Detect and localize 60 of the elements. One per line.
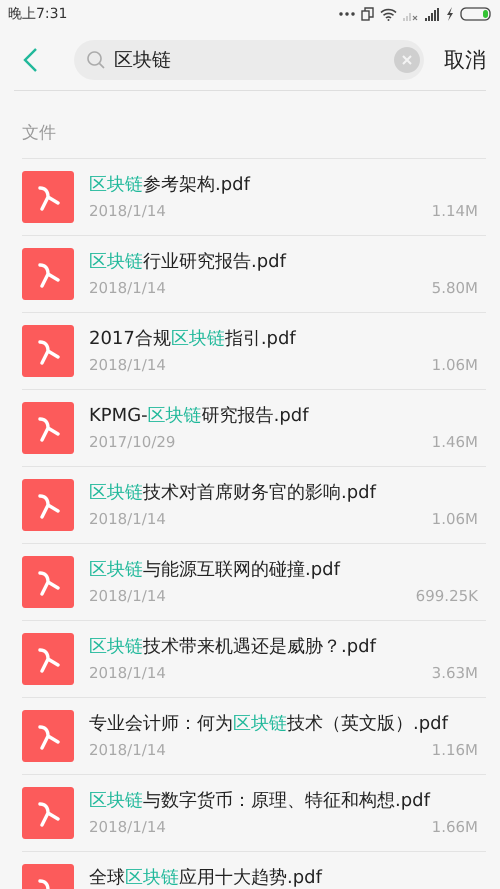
file-row[interactable]: 区块链参考架构.pdf 2018/1/14 1.14M — [22, 159, 486, 236]
more-icon — [339, 12, 355, 16]
search-input[interactable]: 区块链 — [106, 49, 394, 71]
pdf-file-icon — [22, 402, 74, 454]
pdf-file-icon — [22, 556, 74, 608]
file-name: 2017合规区块链指引.pdf — [89, 327, 297, 350]
screen-icon — [361, 7, 374, 21]
battery-icon — [460, 7, 492, 21]
pdf-file-icon — [22, 710, 74, 762]
file-size: 1.14M — [432, 202, 478, 220]
signal-icon — [425, 8, 440, 20]
file-name: 区块链参考架构.pdf — [89, 173, 252, 196]
file-name: 区块链技术对首席财务官的影响.pdf — [89, 481, 378, 504]
file-name: 区块链与能源互联网的碰撞.pdf — [89, 558, 342, 581]
pdf-file-icon — [22, 248, 74, 300]
clear-icon[interactable] — [394, 47, 420, 73]
file-date: 2018/1/14 — [89, 279, 166, 297]
file-size: 1.06M — [432, 356, 478, 374]
search-field[interactable]: 区块链 — [74, 40, 424, 80]
file-date: 2017/10/29 — [89, 433, 176, 451]
file-row[interactable]: 区块链技术对首席财务官的影响.pdf 2018/1/14 1.06M — [22, 467, 486, 544]
file-size: 699.25K — [416, 587, 478, 605]
file-name: 区块链与数字货币：原理、特征和构想.pdf — [89, 789, 432, 812]
file-row[interactable]: 2017合规区块链指引.pdf 2018/1/14 1.06M — [22, 313, 486, 390]
file-row[interactable]: 区块链技术带来机遇还是威胁？.pdf 2018/1/14 3.63M — [22, 621, 486, 698]
file-size: 3.63M — [432, 664, 478, 682]
file-name: 区块链行业研究报告.pdf — [89, 250, 288, 273]
file-name: 区块链技术带来机遇还是威胁？.pdf — [89, 635, 378, 658]
status-time: 晚上7:31 — [8, 5, 68, 23]
file-name: KPMG-区块链研究报告.pdf — [89, 404, 310, 427]
file-row[interactable]: 专业会计师：何为区块链技术（英文版）.pdf 2018/1/14 1.16M — [22, 698, 486, 775]
file-row[interactable]: KPMG-区块链研究报告.pdf 2017/10/29 1.46M — [22, 390, 486, 467]
file-name: 全球区块链应用十大趋势.pdf — [89, 866, 324, 889]
file-size: 1.66M — [432, 818, 478, 836]
section-title: 文件 — [21, 122, 57, 145]
file-row[interactable]: 区块链行业研究报告.pdf 2018/1/14 5.80M — [22, 236, 486, 313]
file-row[interactable]: 区块链与能源互联网的碰撞.pdf 2018/1/14 699.25K — [22, 544, 486, 621]
file-name: 专业会计师：何为区块链技术（英文版）.pdf — [89, 712, 450, 735]
cancel-button[interactable]: 取消 — [424, 46, 486, 74]
file-date: 2018/1/14 — [89, 741, 166, 759]
file-date: 2018/1/14 — [89, 664, 166, 682]
file-date: 2018/1/14 — [89, 202, 166, 220]
pdf-file-icon — [22, 479, 74, 531]
wifi-icon — [380, 8, 397, 20]
pdf-file-icon — [22, 787, 74, 839]
file-date: 2018/1/14 — [89, 818, 166, 836]
pdf-file-icon — [22, 325, 74, 377]
file-size: 5.80M — [432, 279, 478, 297]
file-size: 1.06M — [432, 510, 478, 528]
file-size: 1.16M — [432, 741, 478, 759]
file-size: 1.46M — [432, 433, 478, 451]
pdf-file-icon — [22, 633, 74, 685]
file-row[interactable]: 区块链与数字货币：原理、特征和构想.pdf 2018/1/14 1.66M — [22, 775, 486, 852]
file-date: 2018/1/14 — [89, 356, 166, 374]
charging-icon — [446, 7, 454, 21]
pdf-file-icon — [22, 171, 74, 223]
search-icon — [86, 50, 106, 70]
file-date: 2018/1/14 — [89, 587, 166, 605]
file-date: 2018/1/14 — [89, 510, 166, 528]
file-row[interactable]: 全球区块链应用十大趋势.pdf — [22, 852, 486, 889]
